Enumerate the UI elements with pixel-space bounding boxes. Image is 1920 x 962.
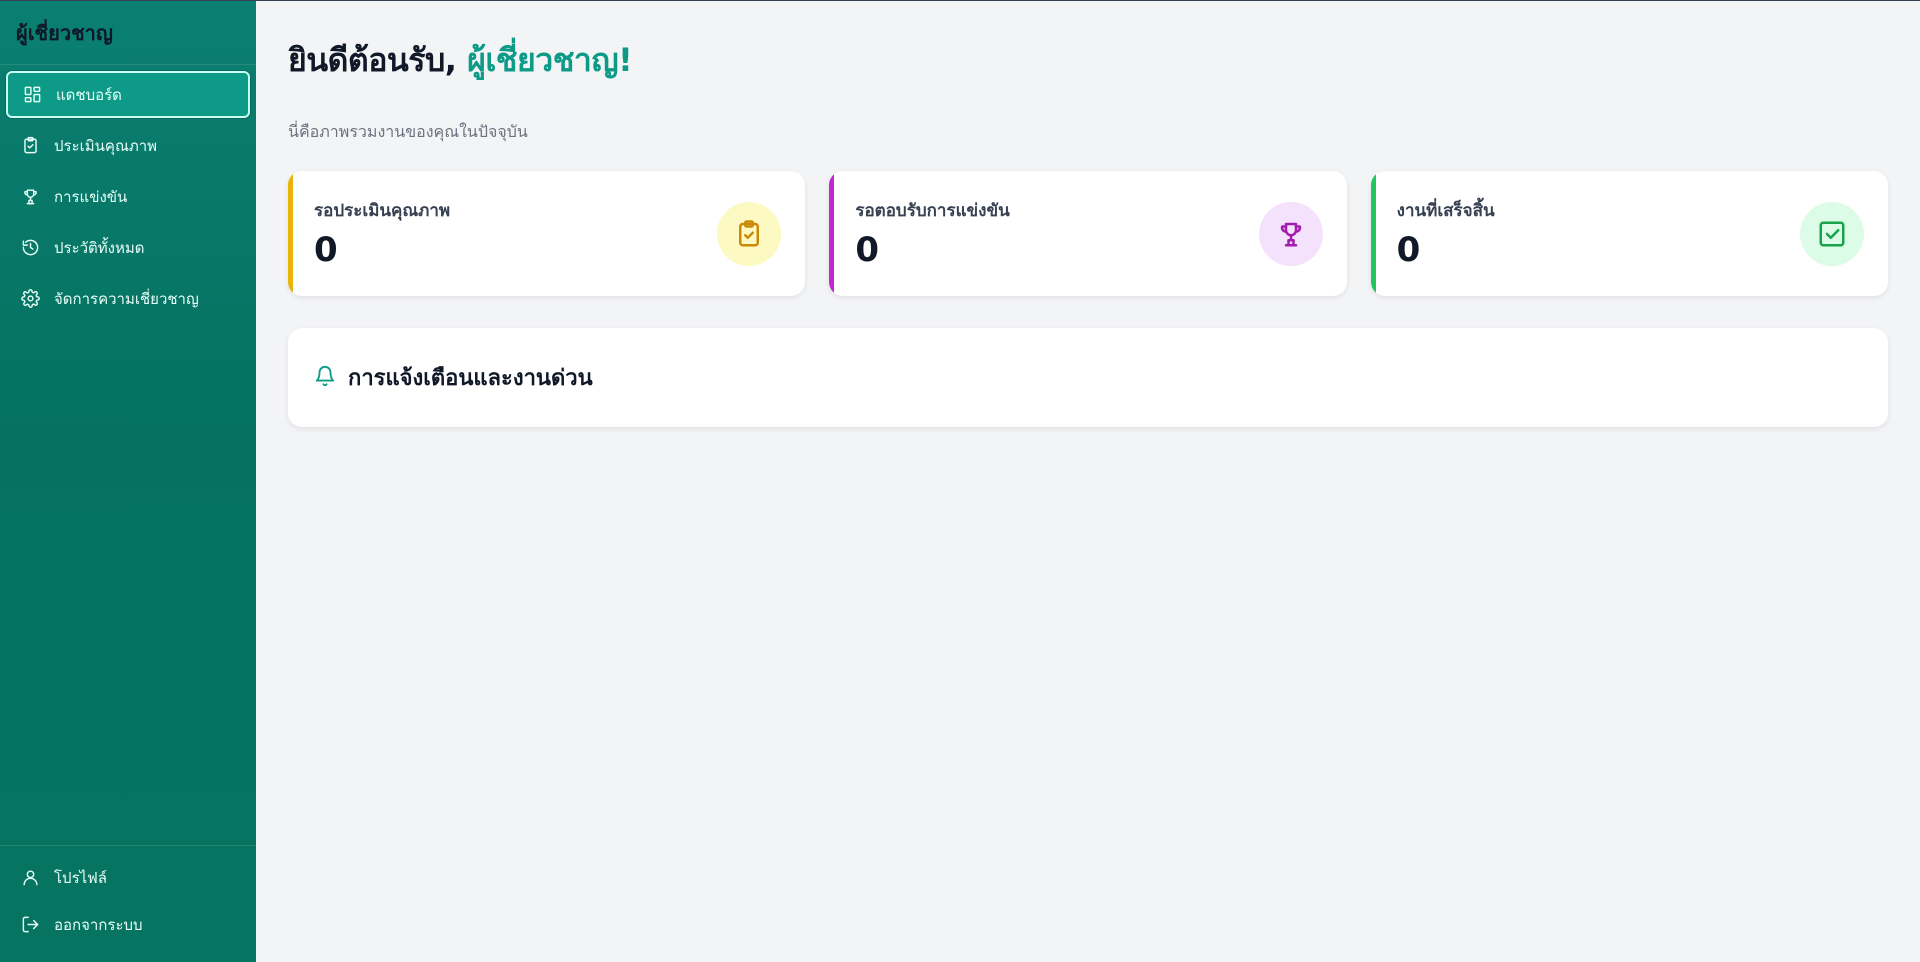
main-content: ยินดีต้อนรับ, ผู้เชี่ยวชาญ! นี่คือภาพรวม… bbox=[256, 1, 1920, 962]
sidebar-nav: แดชบอร์ด ประเมินคุณภาพ การแข่งขัน ประวัต… bbox=[0, 65, 256, 845]
stat-cards: รอประเมินคุณภาพ 0 รอตอบรับการแข่งขัน 0 ง… bbox=[288, 171, 1888, 296]
dashboard-icon bbox=[22, 85, 42, 105]
alerts-title: การแจ้งเตือนและงานด่วน bbox=[348, 366, 593, 391]
stat-card-text: รอประเมินคุณภาพ 0 bbox=[314, 197, 450, 270]
welcome-name: ผู้เชี่ยวชาญ! bbox=[467, 41, 633, 79]
sidebar-item-label: ประวัติทั้งหมด bbox=[54, 238, 145, 257]
sidebar-item-label: ออกจากระบบ bbox=[54, 915, 143, 934]
user-icon bbox=[20, 868, 40, 888]
stat-card-text: รอตอบรับการแข่งขัน 0 bbox=[855, 197, 1009, 270]
sidebar-item-label: การแข่งขัน bbox=[54, 187, 128, 206]
check-square-icon bbox=[1799, 201, 1864, 266]
stat-card-label: งานที่เสร็จสิ้น bbox=[1396, 201, 1495, 221]
page-title: ยินดีต้อนรับ, ผู้เชี่ยวชาญ! bbox=[288, 35, 1888, 86]
logout-icon bbox=[20, 915, 40, 935]
stat-card-value: 0 bbox=[1396, 230, 1421, 270]
sidebar-item-label: ประเมินคุณภาพ bbox=[54, 136, 158, 155]
clipboard-check-icon bbox=[20, 136, 40, 156]
page-subtitle: นี่คือภาพรวมงานของคุณในปัจจุบัน bbox=[288, 122, 528, 141]
alerts-panel: การแจ้งเตือนและงานด่วน bbox=[288, 328, 1888, 427]
trophy-icon bbox=[20, 187, 40, 207]
sidebar-item-competition[interactable]: การแข่งขัน bbox=[6, 173, 250, 220]
history-icon bbox=[20, 238, 40, 258]
sidebar-item-history[interactable]: ประวัติทั้งหมด bbox=[6, 224, 250, 271]
stat-card-pending-assessment[interactable]: รอประเมินคุณภาพ 0 bbox=[288, 171, 806, 296]
stat-card-text: งานที่เสร็จสิ้น 0 bbox=[1397, 197, 1495, 270]
stat-card-label: รอตอบรับการแข่งขัน bbox=[855, 201, 1010, 221]
sidebar-item-manage-expertise[interactable]: จัดการความเชี่ยวชาญ bbox=[6, 275, 250, 322]
sidebar-item-label: แดชบอร์ด bbox=[56, 85, 122, 104]
clipboard-check-icon bbox=[717, 201, 782, 266]
sidebar-brand: ผู้เชี่ยวชาญ bbox=[0, 1, 256, 65]
bell-icon bbox=[314, 365, 336, 391]
trophy-icon bbox=[1258, 201, 1323, 266]
welcome-prefix: ยินดีต้อนรับ, bbox=[288, 41, 468, 79]
sidebar-item-logout[interactable]: ออกจากระบบ bbox=[6, 903, 250, 946]
stat-card-value: 0 bbox=[314, 230, 338, 270]
gear-icon bbox=[20, 289, 40, 309]
stat-card-value: 0 bbox=[855, 230, 879, 270]
sidebar-item-dashboard[interactable]: แดชบอร์ด bbox=[6, 71, 250, 118]
stat-card-pending-competition[interactable]: รอตอบรับการแข่งขัน 0 bbox=[829, 171, 1347, 296]
sidebar: ผู้เชี่ยวชาญ แดชบอร์ด ประเมินคุณภาพ การแ… bbox=[0, 1, 256, 962]
stat-card-label: รอประเมินคุณภาพ bbox=[314, 201, 451, 221]
sidebar-item-quality-assessment[interactable]: ประเมินคุณภาพ bbox=[6, 122, 250, 169]
sidebar-item-label: โปรไฟล์ bbox=[54, 868, 107, 887]
sidebar-item-profile[interactable]: โปรไฟล์ bbox=[6, 856, 250, 899]
sidebar-item-label: จัดการความเชี่ยวชาญ bbox=[54, 289, 199, 308]
stat-card-completed[interactable]: งานที่เสร็จสิ้น 0 bbox=[1370, 171, 1888, 296]
sidebar-bottom: โปรไฟล์ ออกจากระบบ bbox=[0, 845, 256, 962]
app-root: ผู้เชี่ยวชาญ แดชบอร์ด ประเมินคุณภาพ การแ… bbox=[0, 0, 1920, 962]
